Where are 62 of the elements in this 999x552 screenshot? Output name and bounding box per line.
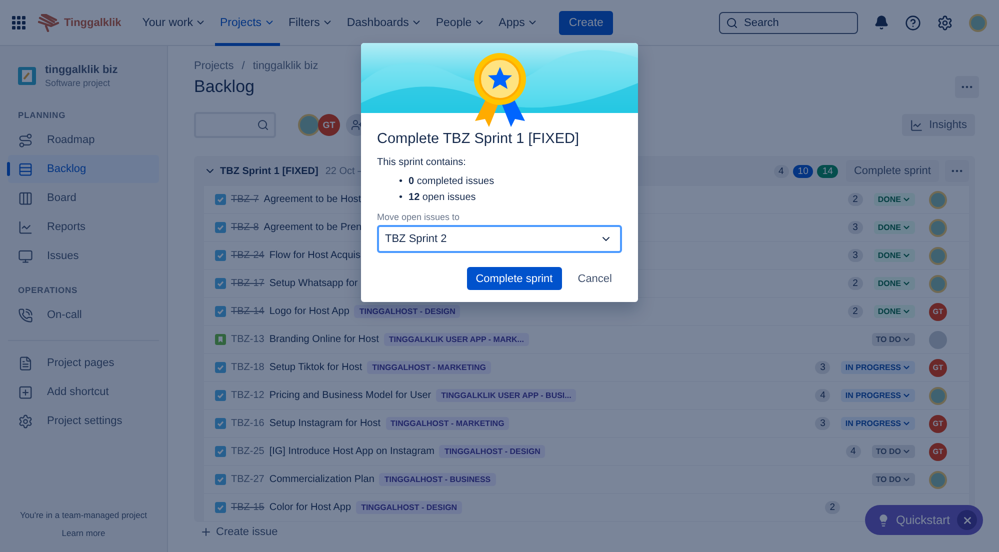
epic-label: TINGGALKLIK USER APP - MARK... [384, 333, 529, 346]
summary-item: 0 completed issues [408, 175, 494, 189]
section-heading: PLANNING [17, 110, 67, 120]
story-points: 3 [848, 249, 863, 262]
issue-title: Logo for Host App [269, 306, 350, 317]
story-points: 2 [848, 277, 863, 290]
issue-key: TBZ-25 [231, 446, 264, 457]
issue-title: [IG] Introduce Host App on Instagram [269, 446, 434, 457]
epic-label: TINGGALHOST - MARKETING [367, 361, 491, 374]
story-points: 3 [815, 417, 830, 430]
issue-title: Commercialization Plan [269, 474, 374, 485]
dialog-title: Complete TBZ Sprint 1 [FIXED] [377, 131, 580, 147]
story-points: 2 [848, 305, 863, 318]
story-points: 4 [815, 389, 830, 402]
epic-label: TINGGALHOST - BUSINESS [379, 473, 496, 486]
bullet: • [399, 175, 403, 189]
issue-count: 14 [817, 164, 838, 178]
breadcrumb-separator: / [242, 60, 245, 72]
issue-title: Agreement to be Pren [264, 222, 362, 233]
issue-count: 10 [792, 164, 814, 178]
section-heading: OPERATIONS [17, 285, 79, 295]
issue-key: TBZ-15 [231, 502, 264, 513]
project-type: Software project [45, 78, 112, 88]
issue-title: Branding Online for Host [269, 334, 379, 345]
page-title: Backlog [194, 77, 254, 97]
sprint-name: TBZ Sprint 1 [FIXED] [220, 166, 318, 176]
issue-key: TBZ-13 [231, 334, 264, 345]
issue-key: TBZ-8 [231, 222, 259, 233]
story-points: 2 [848, 193, 863, 206]
issue-title: Flow for Host Acquis [269, 250, 360, 261]
issue-title: Setup Tiktok for Host [269, 362, 362, 373]
epic-label: TINGGALHOST - DESIGN [354, 305, 460, 318]
issue-title: Setup Whatsapp for [269, 278, 358, 289]
summary-item: 12 open issues [408, 191, 476, 205]
issue-key: TBZ-18 [231, 362, 264, 373]
issue-key: TBZ-16 [231, 418, 264, 429]
epic-label: TINGGALHOST - DESIGN [439, 445, 546, 458]
epic-label: TINGGALHOST - DESIGN [356, 501, 462, 514]
story-points: 3 [848, 221, 863, 234]
issue-key: TBZ-7 [231, 194, 259, 205]
story-points: 4 [846, 445, 861, 458]
epic-label: TINGGALHOST - MARKETING [386, 417, 510, 430]
story-points: 3 [815, 361, 830, 374]
issue-key: TBZ-17 [231, 278, 264, 289]
issue-key: TBZ-12 [231, 390, 264, 401]
issue-title: Color for Host App [269, 502, 352, 513]
epic-label: TINGGALKLIK USER APP - BUSI... [436, 389, 576, 402]
bullet: • [399, 191, 403, 205]
avatar: GT [318, 114, 340, 136]
issue-key: TBZ-14 [231, 306, 264, 317]
issue-title: Pricing and Business Model for User [269, 390, 432, 401]
field-label: Move open issues to [377, 212, 461, 222]
logo-text: Tinggalklik [64, 16, 122, 28]
issue-title: Agreement to be Host [264, 194, 362, 205]
story-points: 2 [824, 501, 840, 514]
issue-count: 4 [774, 164, 789, 178]
dialog-text: This sprint contains: [377, 157, 467, 168]
footer-note: You're in a team-managed project [20, 510, 147, 520]
issue-key: TBZ-27 [231, 474, 264, 485]
project-name: tinggalklik biz [45, 64, 118, 76]
issue-key: TBZ-24 [231, 250, 264, 261]
issue-title: Setup Instagram for Host [269, 418, 381, 429]
